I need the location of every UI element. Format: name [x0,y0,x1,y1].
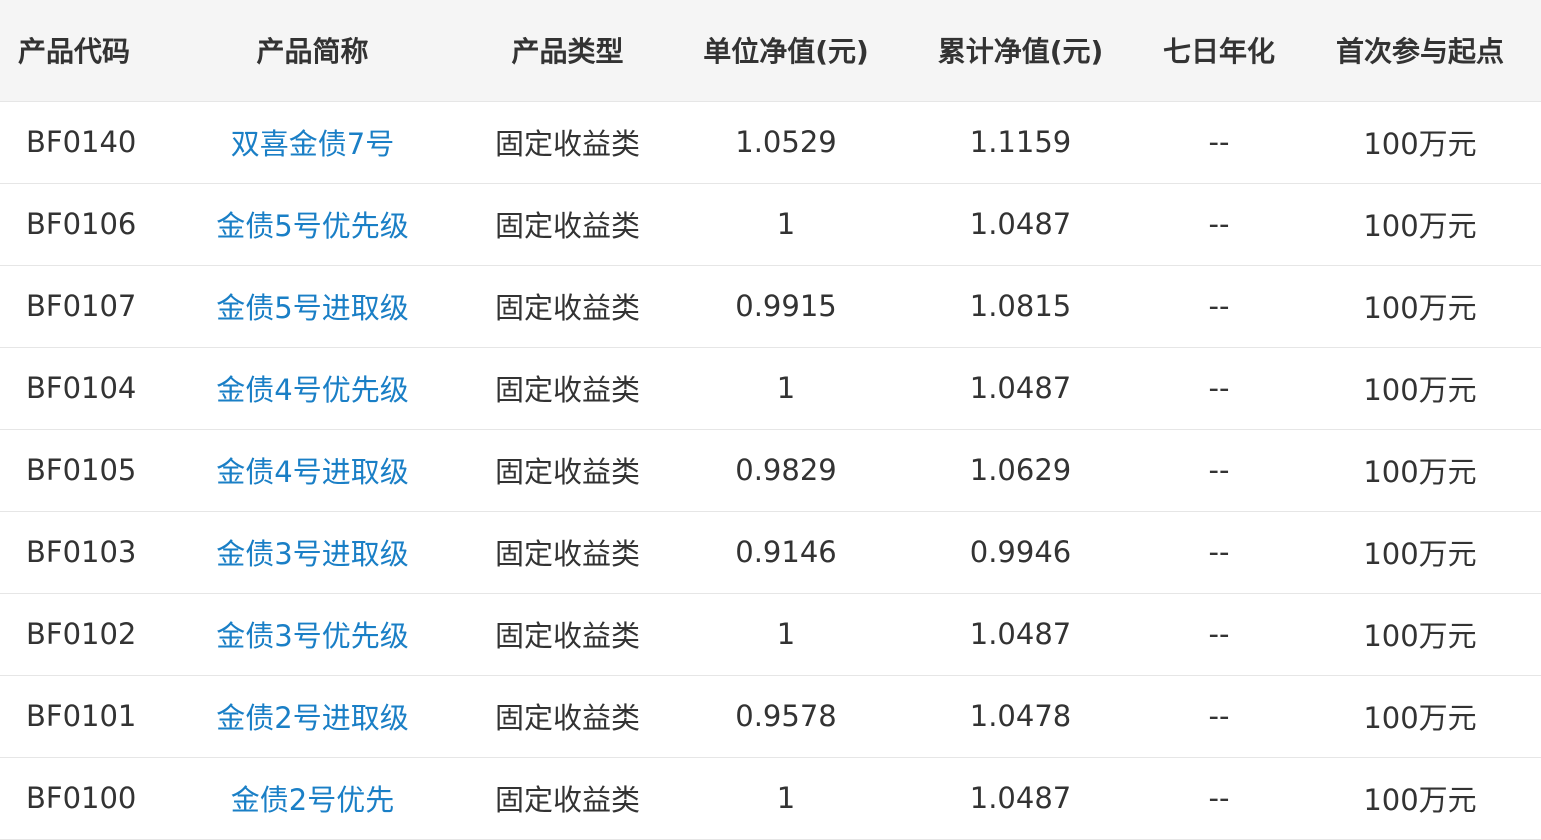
cell-product-type: 固定收益类 [465,265,670,348]
cell-product-code: BF0106 [0,183,160,266]
cell-unit-nav: 1 [670,347,902,430]
header-product-type: 产品类型 [465,0,670,102]
cell-unit-nav: 1 [670,757,902,840]
cell-product-name: 金债5号优先级 [160,183,465,266]
cell-min-investment: 100万元 [1299,347,1541,430]
cell-seven-day-yield: -- [1139,101,1299,184]
cell-product-code: BF0107 [0,265,160,348]
cell-product-code: BF0100 [0,757,160,840]
table-row: BF0104 金债4号优先级 固定收益类 1 1.0487 -- 100万元 [0,347,1541,430]
cell-min-investment: 100万元 [1299,183,1541,266]
table-row: BF0140 双喜金债7号 固定收益类 1.0529 1.1159 -- 100… [0,101,1541,184]
cell-product-name: 金债3号进取级 [160,511,465,594]
product-name-link[interactable]: 金债2号优先 [231,783,394,817]
table-row: BF0101 金债2号进取级 固定收益类 0.9578 1.0478 -- 10… [0,675,1541,758]
table-row: BF0105 金债4号进取级 固定收益类 0.9829 1.0629 -- 10… [0,429,1541,512]
cell-product-type: 固定收益类 [465,757,670,840]
cell-seven-day-yield: -- [1139,183,1299,266]
cell-unit-nav: 0.9915 [670,265,902,348]
cell-accumulated-nav: 1.0487 [902,183,1139,266]
table-row: BF0102 金债3号优先级 固定收益类 1 1.0487 -- 100万元 [0,593,1541,676]
header-product-name: 产品简称 [160,0,465,102]
product-name-link[interactable]: 金债3号优先级 [216,619,408,653]
cell-seven-day-yield: -- [1139,675,1299,758]
cell-unit-nav: 0.9829 [670,429,902,512]
cell-product-code: BF0101 [0,675,160,758]
cell-product-type: 固定收益类 [465,183,670,266]
header-row: 产品代码 产品简称 产品类型 单位净值(元) 累计净值(元) 七日年化 首次参与… [0,0,1541,102]
cell-product-name: 金债4号进取级 [160,429,465,512]
cell-unit-nav: 0.9578 [670,675,902,758]
product-name-link[interactable]: 金债4号进取级 [216,455,408,489]
header-seven-day-yield: 七日年化 [1139,0,1299,102]
cell-unit-nav: 1 [670,593,902,676]
cell-min-investment: 100万元 [1299,757,1541,840]
cell-product-type: 固定收益类 [465,101,670,184]
cell-min-investment: 100万元 [1299,593,1541,676]
cell-product-type: 固定收益类 [465,347,670,430]
table-row: BF0100 金债2号优先 固定收益类 1 1.0487 -- 100万元 [0,757,1541,840]
header-product-code: 产品代码 [0,0,160,102]
cell-seven-day-yield: -- [1139,593,1299,676]
cell-accumulated-nav: 1.0487 [902,593,1139,676]
header-min-investment: 首次参与起点 [1299,0,1541,102]
cell-seven-day-yield: -- [1139,757,1299,840]
cell-product-name: 双喜金债7号 [160,101,465,184]
product-table: 产品代码 产品简称 产品类型 单位净值(元) 累计净值(元) 七日年化 首次参与… [0,0,1541,840]
cell-min-investment: 100万元 [1299,429,1541,512]
product-name-link[interactable]: 金债5号进取级 [216,291,408,325]
header-accumulated-nav: 累计净值(元) [902,0,1139,102]
cell-product-type: 固定收益类 [465,675,670,758]
cell-product-code: BF0105 [0,429,160,512]
cell-accumulated-nav: 1.0629 [902,429,1139,512]
cell-seven-day-yield: -- [1139,265,1299,348]
cell-product-code: BF0103 [0,511,160,594]
cell-min-investment: 100万元 [1299,265,1541,348]
cell-accumulated-nav: 1.1159 [902,101,1139,184]
product-name-link[interactable]: 金债4号优先级 [216,373,408,407]
cell-accumulated-nav: 1.0487 [902,347,1139,430]
table-body: BF0140 双喜金债7号 固定收益类 1.0529 1.1159 -- 100… [0,101,1541,840]
table-row: BF0106 金债5号优先级 固定收益类 1 1.0487 -- 100万元 [0,183,1541,266]
cell-unit-nav: 0.9146 [670,511,902,594]
cell-accumulated-nav: 1.0815 [902,265,1139,348]
cell-product-code: BF0104 [0,347,160,430]
header-unit-nav: 单位净值(元) [670,0,902,102]
cell-product-name: 金债3号优先级 [160,593,465,676]
cell-product-type: 固定收益类 [465,511,670,594]
cell-unit-nav: 1 [670,183,902,266]
cell-product-name: 金债4号优先级 [160,347,465,430]
product-name-link[interactable]: 金债5号优先级 [216,209,408,243]
product-name-link[interactable]: 金债3号进取级 [216,537,408,571]
cell-seven-day-yield: -- [1139,347,1299,430]
cell-product-name: 金债2号优先 [160,757,465,840]
cell-min-investment: 100万元 [1299,511,1541,594]
table-header: 产品代码 产品简称 产品类型 单位净值(元) 累计净值(元) 七日年化 首次参与… [0,0,1541,102]
cell-product-code: BF0102 [0,593,160,676]
cell-seven-day-yield: -- [1139,429,1299,512]
table-row: BF0103 金债3号进取级 固定收益类 0.9146 0.9946 -- 10… [0,511,1541,594]
cell-product-type: 固定收益类 [465,593,670,676]
cell-min-investment: 100万元 [1299,101,1541,184]
product-name-link[interactable]: 金债2号进取级 [216,701,408,735]
cell-product-name: 金债5号进取级 [160,265,465,348]
cell-product-code: BF0140 [0,101,160,184]
cell-min-investment: 100万元 [1299,675,1541,758]
cell-product-name: 金债2号进取级 [160,675,465,758]
cell-accumulated-nav: 0.9946 [902,511,1139,594]
product-name-link[interactable]: 双喜金债7号 [231,127,394,161]
cell-seven-day-yield: -- [1139,511,1299,594]
table-row: BF0107 金债5号进取级 固定收益类 0.9915 1.0815 -- 10… [0,265,1541,348]
cell-product-type: 固定收益类 [465,429,670,512]
cell-accumulated-nav: 1.0478 [902,675,1139,758]
cell-unit-nav: 1.0529 [670,101,902,184]
cell-accumulated-nav: 1.0487 [902,757,1139,840]
